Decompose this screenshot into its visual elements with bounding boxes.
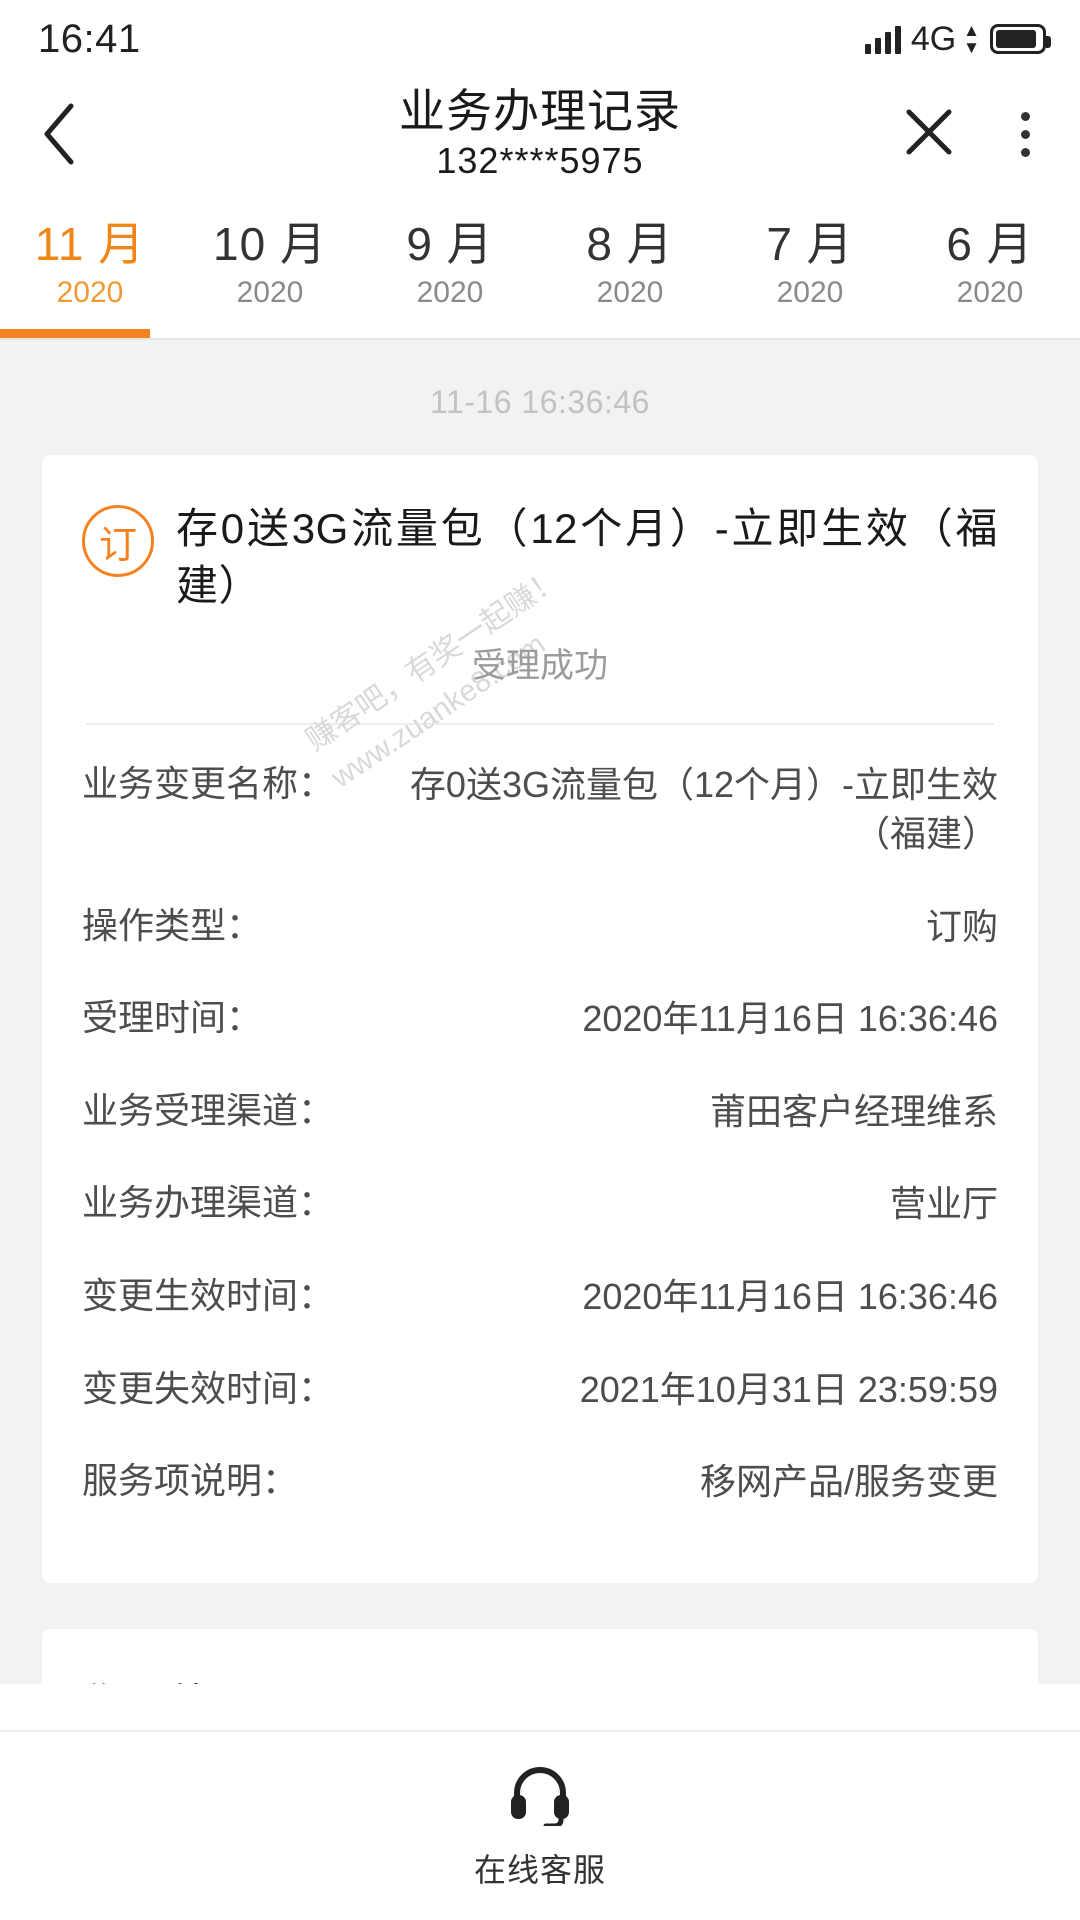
tab-month-6[interactable]: 6 月 2020 xyxy=(900,190,1080,338)
table-row: 业务变更名称： 存0送3G流量包（12个月）-立即生效（福建） xyxy=(82,739,998,880)
detail-label: 变更失效时间： xyxy=(82,1367,335,1409)
table-row: 服务项说明： 移网产品/服务变更 xyxy=(82,1436,998,1529)
table-row: 受理时间： 2020年11月16日 16:36:46 xyxy=(82,973,998,1066)
tab-year-label: 2020 xyxy=(236,275,304,309)
detail-value: 2020年11月16日 16:36:46 xyxy=(582,1275,998,1317)
battery-full-icon xyxy=(990,24,1051,54)
record-list-scroll[interactable]: 11-16 16:36:46 赚客吧，有奖一起赚！ www.zuanke8.co… xyxy=(0,340,1080,1684)
close-icon[interactable] xyxy=(901,104,957,165)
back-chevron-icon[interactable] xyxy=(40,89,110,179)
tab-year-label: 2020 xyxy=(56,275,124,309)
tab-year-label: 2020 xyxy=(416,275,484,309)
app-root: 16:41 4G ▲ ▼ 业务办理记录 132****5975 11 月 202… xyxy=(0,0,1080,1920)
tab-month-7[interactable]: 7 月 2020 xyxy=(720,190,900,338)
tab-year-label: 2020 xyxy=(956,275,1024,309)
tab-month-label: 9 月 xyxy=(406,218,494,271)
data-transfer-icon: ▲ ▼ xyxy=(963,21,980,57)
detail-label: 业务变更名称： xyxy=(82,763,335,805)
tab-month-9[interactable]: 9 月 2020 xyxy=(360,190,540,338)
status-bar: 16:41 4G ▲ ▼ xyxy=(0,0,1080,78)
tab-month-label: 10 月 xyxy=(213,218,327,271)
page-subtitle-phone: 132****5975 xyxy=(436,140,644,182)
tab-month-8[interactable]: 8 月 2020 xyxy=(540,190,720,338)
tab-month-label: 6 月 xyxy=(946,218,1034,271)
table-row: 变更失效时间： 2021年10月31日 23:59:59 xyxy=(82,1344,998,1437)
detail-label: 业务受理渠道： xyxy=(82,1089,335,1131)
detail-label: 受理时间： xyxy=(82,997,263,1039)
status-time: 16:41 xyxy=(38,16,141,61)
detail-value: 2020年11月16日 16:36:46 xyxy=(582,998,998,1040)
online-service-button[interactable]: 在线客服 xyxy=(0,1730,1080,1920)
detail-value: 存0送3G流量包（12个月）-立即生效（福建） xyxy=(409,764,998,854)
tab-month-label: 7 月 xyxy=(766,218,854,271)
active-tab-indicator xyxy=(0,329,150,338)
online-service-label: 在线客服 xyxy=(473,1851,606,1888)
detail-value: 莆田客户经理维系 xyxy=(709,1090,998,1132)
record-detail-list: 业务变更名称： 存0送3G流量包（12个月）-立即生效（福建） 操作类型： 订购… xyxy=(82,725,998,1582)
tab-month-label: 11 月 xyxy=(34,218,146,271)
more-vertical-icon[interactable] xyxy=(1011,104,1040,165)
table-row: 变更生效时间： 2020年11月16日 16:36:46 xyxy=(82,1251,998,1344)
detail-value: 2021年10月31日 23:59:59 xyxy=(579,1368,998,1410)
table-row: 业务办理渠道： 营业厅 xyxy=(82,1158,998,1251)
detail-label: 操作类型： xyxy=(82,904,263,946)
detail-value: 订购 xyxy=(925,905,998,947)
recommendation-section[interactable]: 你可能需要 xyxy=(42,1628,1038,1684)
tab-year-label: 2020 xyxy=(596,275,664,309)
tab-month-11[interactable]: 11 月 2020 xyxy=(0,190,180,338)
order-type-badge: 订 xyxy=(82,505,154,577)
detail-label: 业务办理渠道： xyxy=(82,1182,335,1224)
detail-label: 变更生效时间： xyxy=(82,1274,335,1316)
nav-bar: 业务办理记录 132****5975 xyxy=(0,78,1080,190)
signal-bars-icon xyxy=(864,24,901,54)
table-row: 操作类型： 订购 xyxy=(82,881,998,974)
tab-month-label: 8 月 xyxy=(586,218,674,271)
record-title: 存0送3G流量包（12个月）-立即生效（福建） xyxy=(176,505,998,609)
record-card-header: 订 存0送3G流量包（12个月）-立即生效（福建） xyxy=(82,501,998,614)
network-type-label: 4G xyxy=(910,19,957,58)
month-tabs: 11 月 2020 10 月 2020 9 月 2020 8 月 2020 7 … xyxy=(0,190,1080,338)
status-indicators: 4G ▲ ▼ xyxy=(864,19,1051,59)
status-badge: 受理成功 xyxy=(472,647,608,686)
record-timestamp: 11-16 16:36:46 xyxy=(430,384,650,420)
tab-month-10[interactable]: 10 月 2020 xyxy=(180,190,360,338)
nav-actions xyxy=(901,104,1040,165)
record-card[interactable]: 赚客吧，有奖一起赚！ www.zuanke8.com 订 存0送3G流量包（12… xyxy=(42,455,1038,1583)
detail-value: 营业厅 xyxy=(889,1183,998,1225)
headset-icon xyxy=(507,1762,573,1831)
table-row: 业务受理渠道： 莆田客户经理维系 xyxy=(82,1066,998,1159)
page-title: 业务办理记录 xyxy=(399,84,681,137)
month-tab-bar: 11 月 2020 10 月 2020 9 月 2020 8 月 2020 7 … xyxy=(0,190,1080,340)
tab-year-label: 2020 xyxy=(776,275,844,309)
detail-label: 服务项说明： xyxy=(82,1460,299,1502)
recommendation-title: 你可能需要 xyxy=(82,1669,998,1684)
detail-value: 移网产品/服务变更 xyxy=(699,1461,998,1503)
